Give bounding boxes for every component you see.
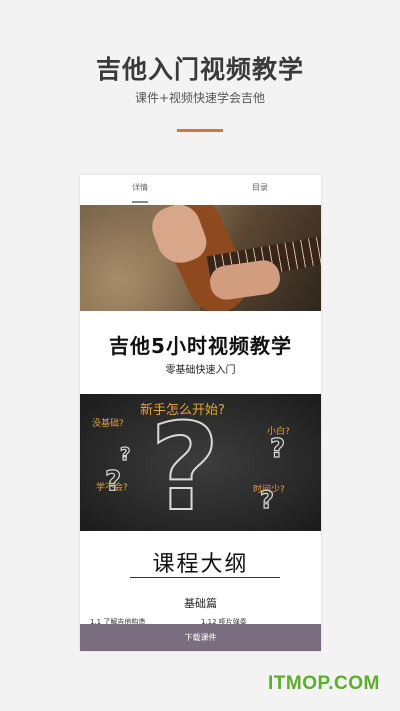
question-mark-icon: ?: [149, 399, 221, 532]
board-question-basic: 没基础?: [92, 419, 124, 429]
accent-divider: [177, 129, 223, 132]
board-question-time: 时间少?: [253, 485, 285, 495]
chalkboard-image: ? ? ? ? ? 新手怎么开始? 没基础? 小白? 学不会? 时间少?: [80, 394, 321, 531]
hero-subtitle: 课件+视频快速学会吉他: [134, 91, 266, 105]
outline-divider: [130, 577, 280, 578]
question-mark-icon: ?: [119, 443, 131, 465]
course-subtitle: 零基础快速入门: [165, 365, 236, 376]
tab-bar: 详情 目录: [80, 175, 321, 206]
board-question-novice: 小白?: [267, 427, 290, 437]
guitar-photo: [80, 205, 321, 311]
tab-catalog[interactable]: 目录: [220, 175, 300, 205]
download-courseware-button[interactable]: 下载课件: [80, 624, 321, 651]
phone-screen: 详情 目录 吉他5小时视频教学 零基础快速入门 ? ? ? ? ? 新手怎么开始…: [80, 175, 321, 651]
watermark: ITMOP.COM: [268, 673, 380, 694]
outline-title: 课程大纲: [152, 552, 249, 577]
tab-details-label: 详情: [132, 183, 148, 192]
tab-active-indicator: [132, 201, 148, 203]
tab-catalog-label: 目录: [252, 183, 268, 192]
tab-details[interactable]: 详情: [100, 175, 180, 205]
question-mark-icon: ?: [269, 433, 286, 464]
hero-title: 吉他入门视频教学: [95, 55, 304, 84]
course-title: 吉他5小时视频教学: [109, 334, 292, 358]
section-title: 基础篇: [184, 597, 217, 610]
board-main-question: 新手怎么开始?: [140, 403, 225, 418]
board-question-learn: 学不会?: [96, 483, 128, 493]
